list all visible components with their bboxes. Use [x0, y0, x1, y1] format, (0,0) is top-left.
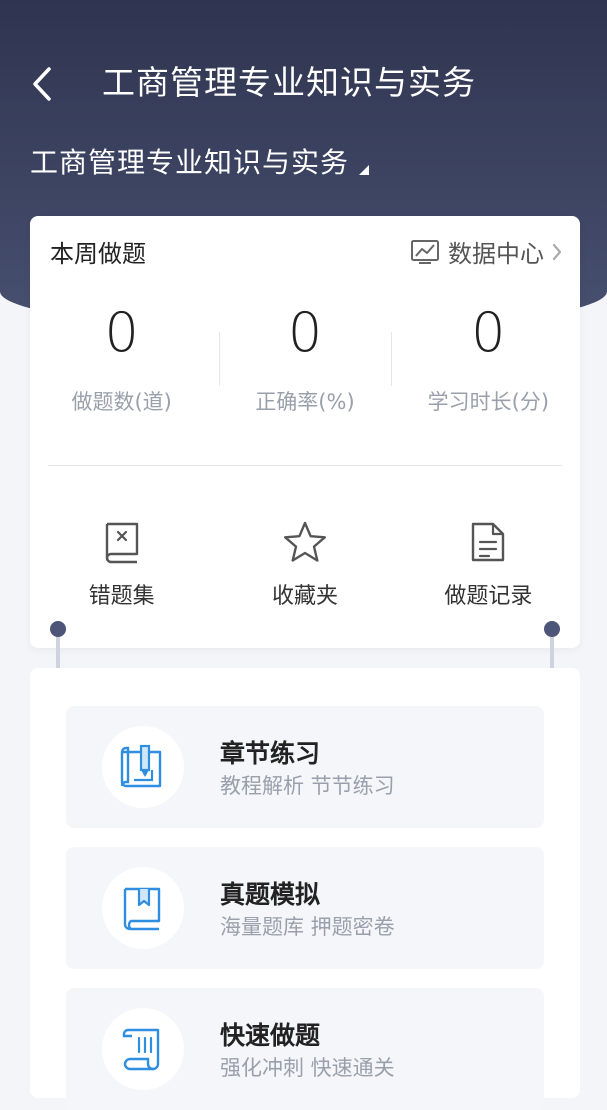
wrong-questions-button[interactable]: 错题集: [30, 516, 213, 616]
subject-name: 工商管理专业知识与实务: [30, 146, 350, 179]
bookmark-book-icon: [123, 887, 161, 931]
stat-questions: 0 做题数(道): [30, 302, 213, 422]
quick-practice-item[interactable]: 快速做题 强化冲刺 快速通关: [66, 988, 544, 1110]
quick-link-label: 做题记录: [444, 584, 533, 609]
subject-selector[interactable]: 工商管理专业知识与实务: [30, 138, 370, 184]
quick-link-label: 错题集: [88, 584, 155, 609]
past-exam-simulation-item[interactable]: 真题模拟 海量题库 押题密卷: [66, 847, 544, 969]
caret-down-icon: [359, 165, 370, 175]
stat-label: 做题数(道): [71, 390, 172, 414]
chevron-left-icon: [33, 67, 51, 101]
stat-value: 0: [287, 301, 323, 364]
stat-divider: [391, 332, 392, 386]
feature-title: 真题模拟: [220, 880, 321, 909]
stat-label: 正确率(%): [255, 390, 355, 414]
stat-value: 0: [471, 301, 506, 364]
feature-title: 章节练习: [220, 739, 321, 768]
practice-records-button[interactable]: 做题记录: [397, 516, 580, 616]
stats-row: 0 做题数(道) 0 正确率(%) 0 学习时长(分): [30, 302, 580, 422]
back-button[interactable]: [22, 62, 62, 106]
blueprint-pencil-icon: [120, 744, 162, 788]
scroll-icon: [122, 1028, 160, 1071]
chart-icon: [411, 239, 439, 264]
page-title: 工商管理专业知识与实务: [102, 63, 476, 102]
feature-list-card: 章节练习 教程解析 节节练习 真题模拟 海量题库 押题密卷 快速做题 强化冲刺 …: [30, 668, 580, 1110]
document-icon: [472, 522, 505, 562]
feature-desc: 强化冲刺 快速通关: [220, 1056, 395, 1080]
stat-accuracy: 0 正确率(%): [213, 302, 396, 422]
favorites-button[interactable]: 收藏夹: [213, 516, 396, 616]
card-title: 本周做题: [50, 240, 146, 268]
quick-links: 错题集 收藏夹 做题记录: [30, 516, 580, 616]
stat-study-time: 0 学习时长(分): [397, 302, 580, 422]
stat-divider: [219, 332, 220, 386]
weekly-stats-card: 本周做题 数据中心 0 做题数(道) 0 正确率(%) 0 学习时长(分) 错题…: [30, 216, 580, 648]
feature-desc: 教程解析 节节练习: [220, 774, 395, 798]
chevron-right-icon: [552, 243, 562, 260]
stat-label: 学习时长(分): [427, 390, 550, 414]
divider: [48, 465, 562, 466]
chapter-practice-item[interactable]: 章节练习 教程解析 节节练习: [66, 706, 544, 828]
data-center-label: 数据中心: [448, 240, 544, 268]
quick-link-label: 收藏夹: [271, 584, 338, 609]
wrong-book-icon: [105, 522, 138, 564]
star-icon: [283, 521, 326, 562]
data-center-link[interactable]: 数据中心: [410, 234, 564, 269]
feature-desc: 海量题库 押题密卷: [220, 915, 395, 939]
feature-title: 快速做题: [220, 1021, 321, 1050]
stat-value: 0: [104, 301, 139, 364]
